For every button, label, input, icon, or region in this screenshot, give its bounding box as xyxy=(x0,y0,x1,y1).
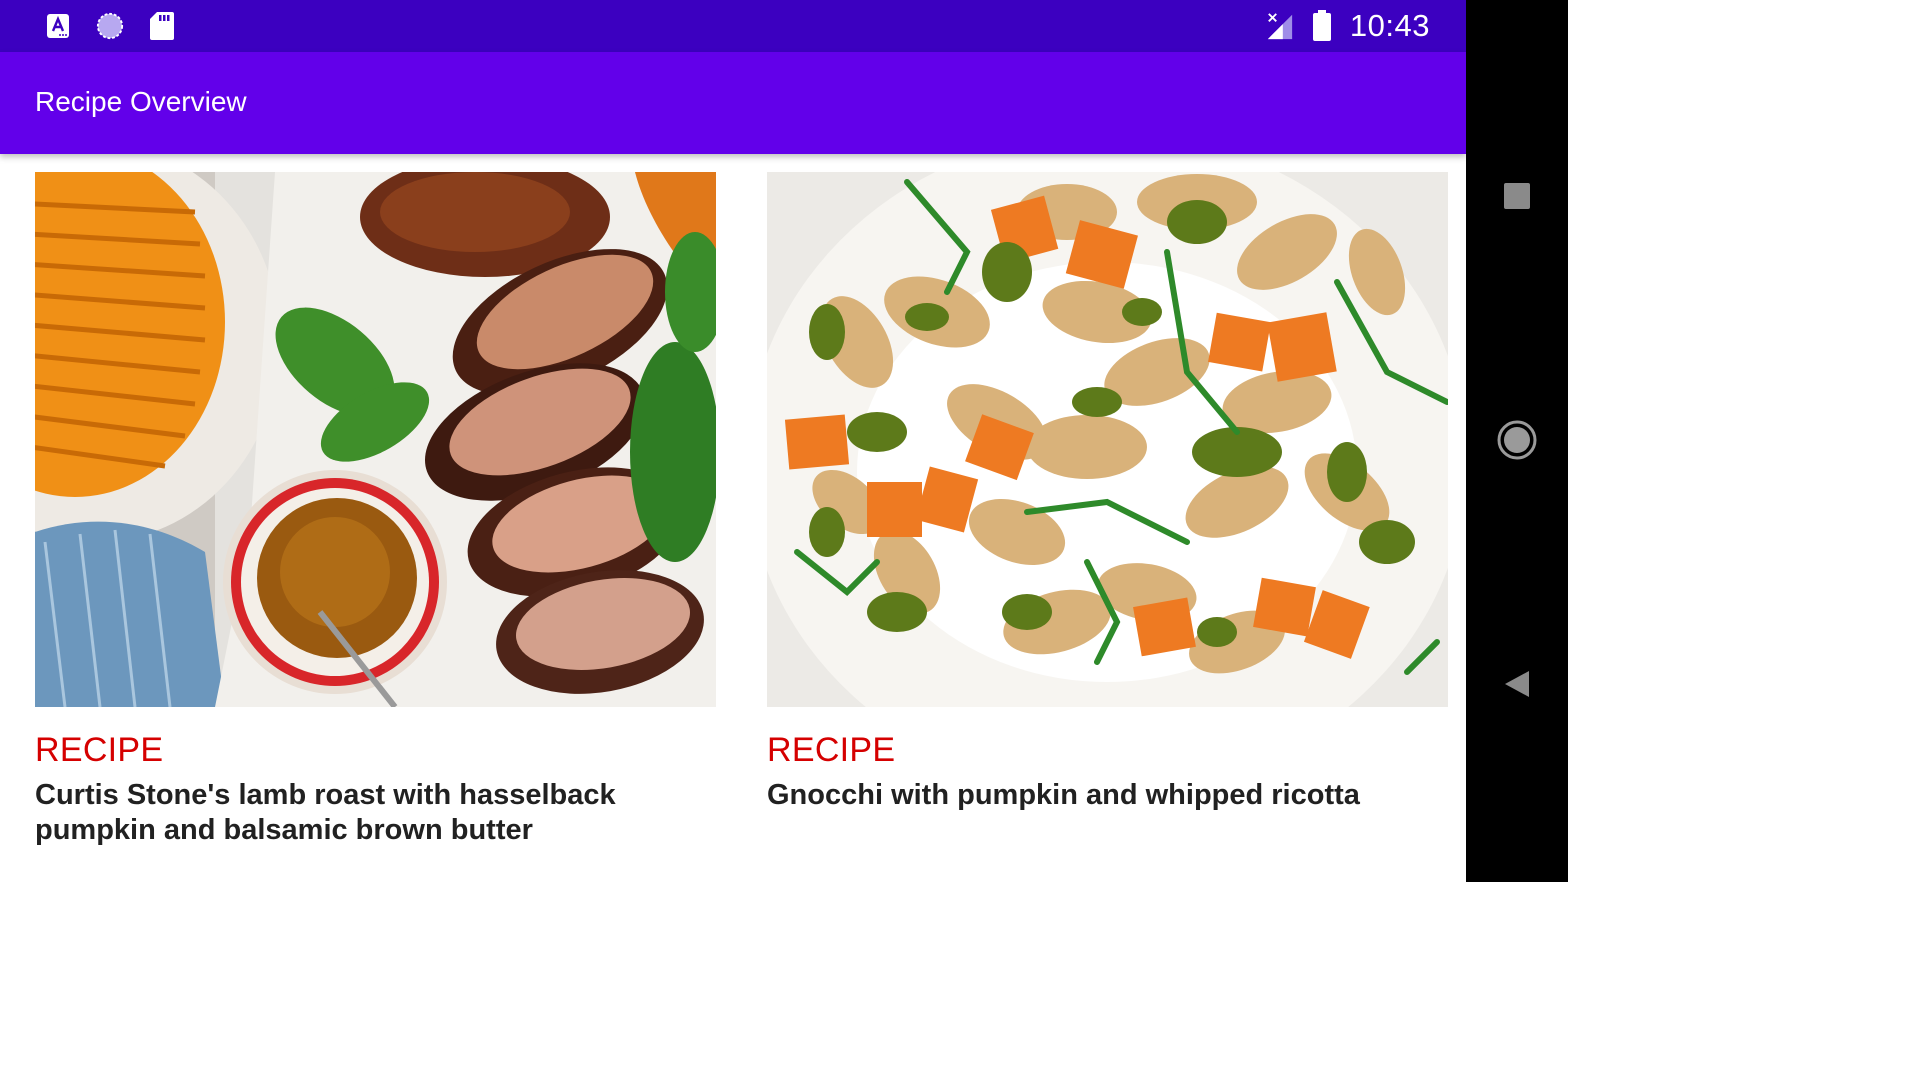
page-title: Recipe Overview xyxy=(35,86,247,117)
home-circle-icon xyxy=(1497,420,1537,460)
card-category: RECIPE xyxy=(35,731,164,769)
loading-circle-icon xyxy=(96,12,124,40)
back-triangle-icon xyxy=(1505,671,1529,697)
back-button[interactable] xyxy=(1466,644,1568,724)
gnocchi-photo[interactable] xyxy=(767,172,1448,707)
app-bar: Recipe Overview xyxy=(0,52,1466,154)
status-icons-right: 10:43 xyxy=(1266,8,1430,44)
sd-card-icon xyxy=(148,12,176,40)
status-icons-left xyxy=(44,10,176,42)
battery-icon xyxy=(1308,10,1336,41)
recipe-card[interactable]: RECIPE Gnocchi with pumpkin and whipped … xyxy=(767,172,1448,813)
app-screen: 10:43 Recipe Overview RECIPE Curtis Ston… xyxy=(0,0,1466,882)
lamb-roast-photo[interactable] xyxy=(35,172,716,707)
recents-square-icon xyxy=(1504,183,1530,209)
card-category: RECIPE xyxy=(767,731,896,769)
home-button[interactable] xyxy=(1466,400,1568,480)
status-clock: 10:43 xyxy=(1349,8,1430,43)
no-signal-icon xyxy=(1266,12,1294,40)
recipe-card[interactable]: RECIPE Curtis Stone's lamb roast with ha… xyxy=(35,172,716,848)
navigation-bar xyxy=(1466,0,1568,882)
accessibility-a-icon xyxy=(44,12,72,40)
card-title[interactable]: Gnocchi with pumpkin and whipped ricotta xyxy=(767,778,1407,813)
card-title[interactable]: Curtis Stone's lamb roast with hasselbac… xyxy=(35,778,675,848)
status-bar: 10:43 xyxy=(0,0,1466,52)
recents-button[interactable] xyxy=(1466,156,1568,236)
